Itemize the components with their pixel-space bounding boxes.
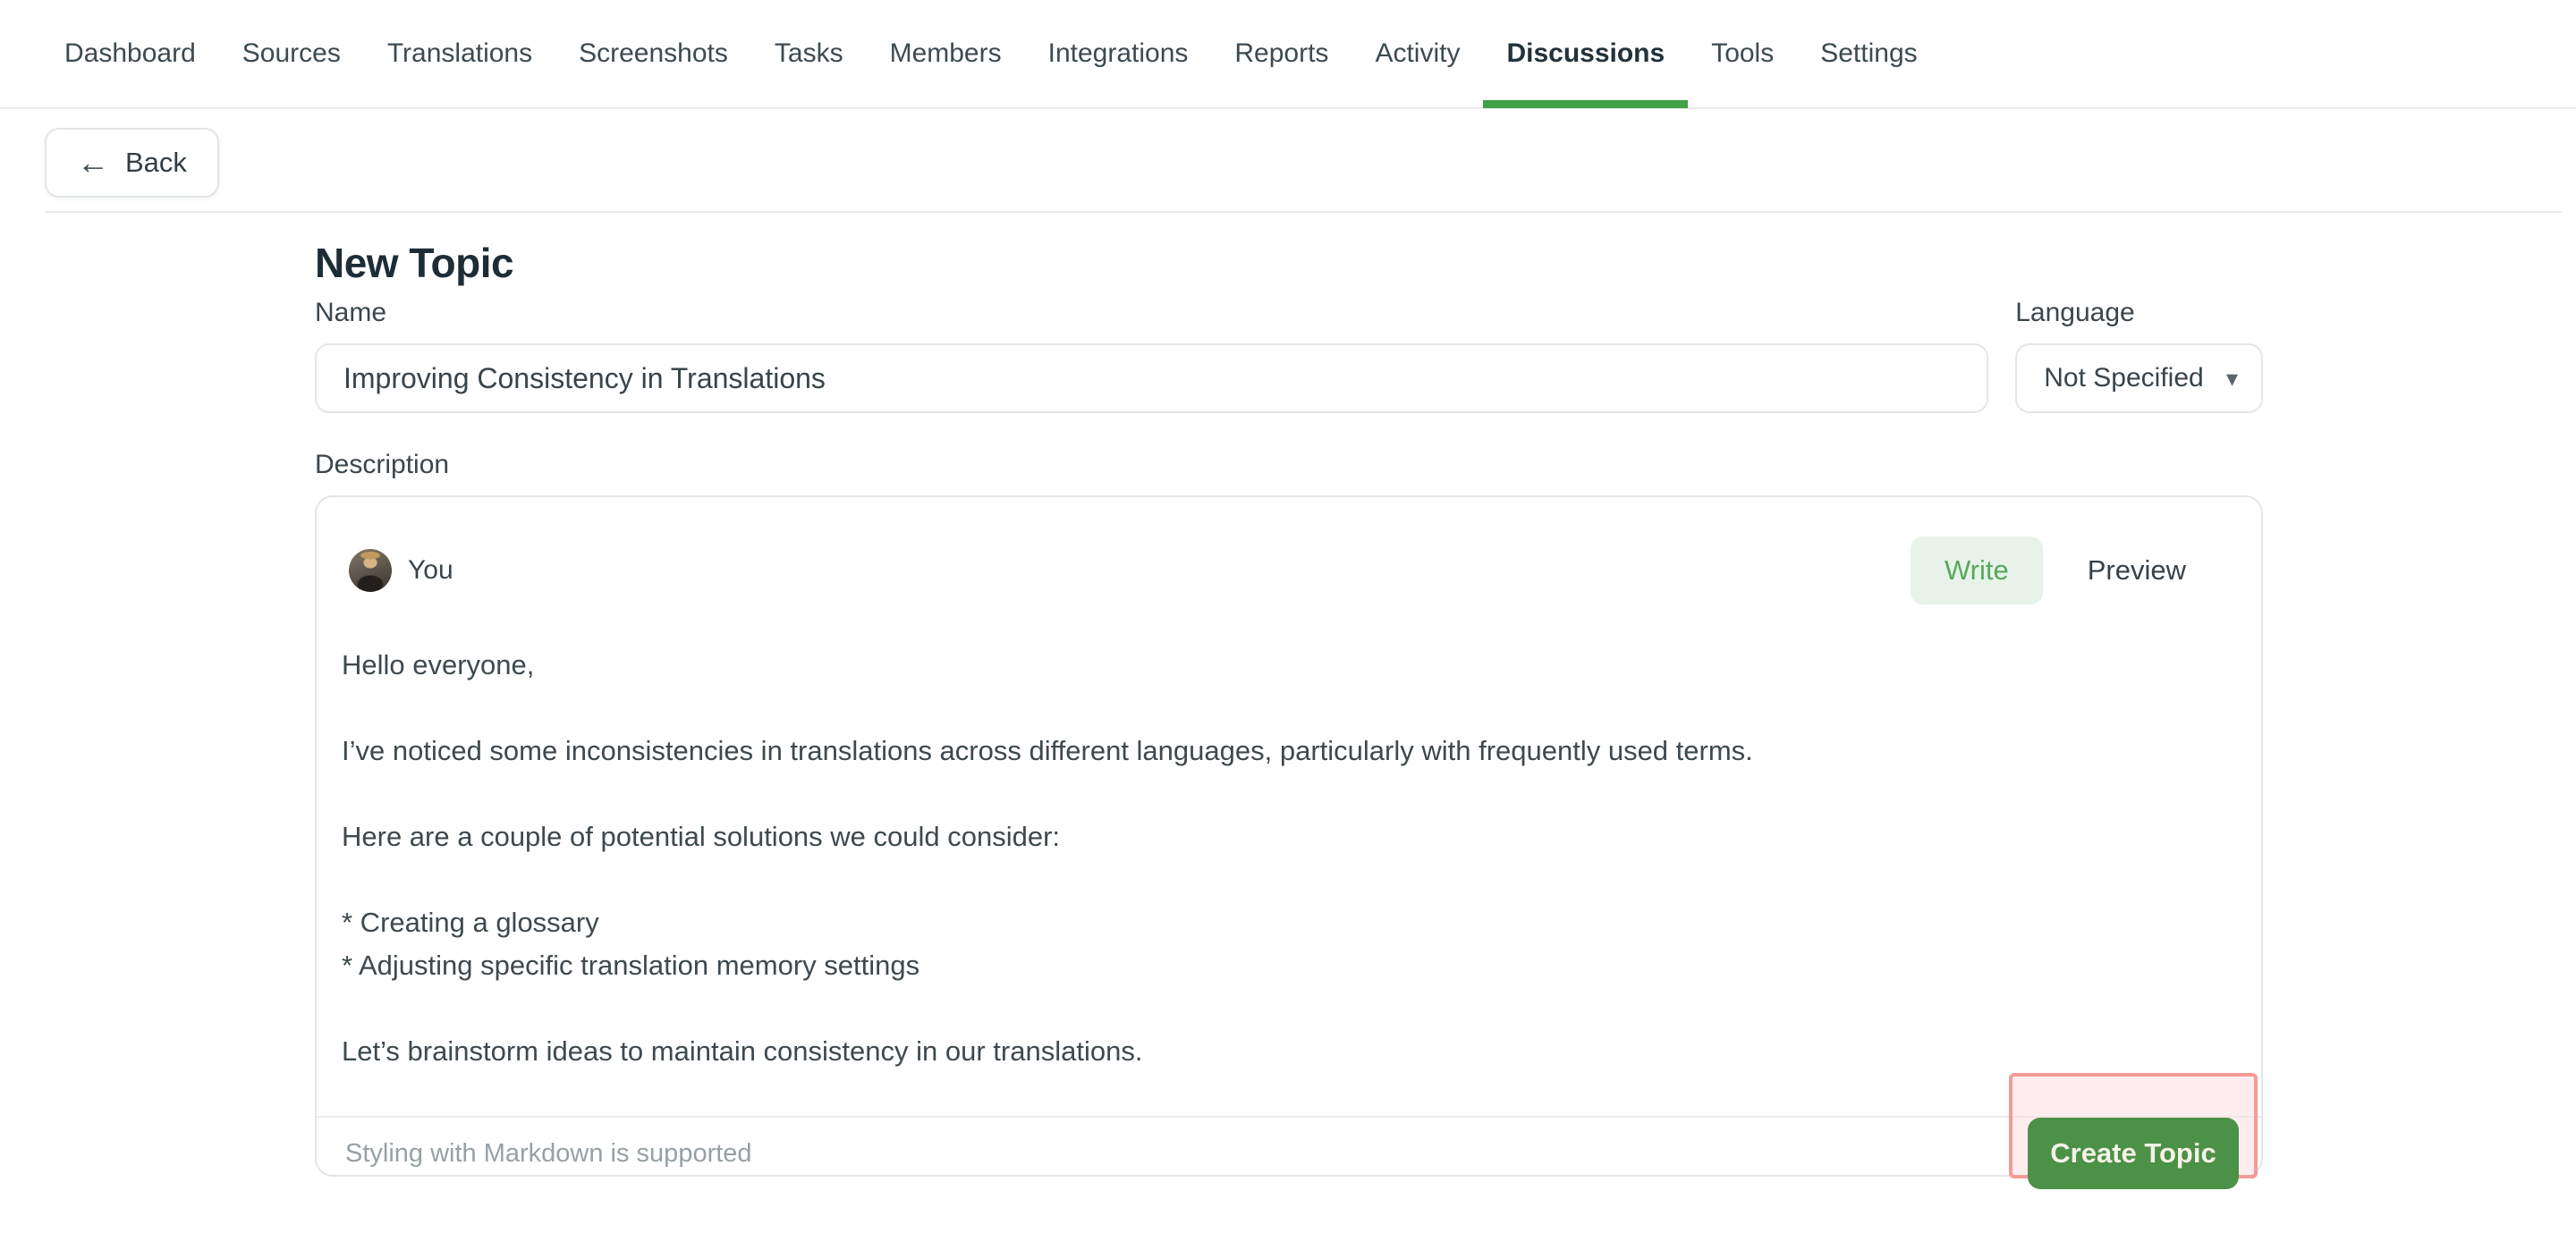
- new-topic-form: New Topic Name Language Not Specified ▾ …: [315, 240, 2263, 1177]
- nav-tab-integrations[interactable]: Integrations: [1048, 0, 1189, 108]
- editor-text-line: * Creating a glossary: [342, 901, 2225, 944]
- editor-text-line: Hello everyone,: [342, 644, 2225, 687]
- nav-tab-settings[interactable]: Settings: [1820, 0, 1917, 108]
- nav-tab-activity[interactable]: Activity: [1375, 0, 1460, 108]
- editor-header: You Write Preview: [317, 497, 2261, 604]
- nav-tab-tasks[interactable]: Tasks: [775, 0, 843, 108]
- back-toolbar: ← Back: [0, 109, 2576, 211]
- tab-write[interactable]: Write: [1911, 536, 2043, 604]
- nav-tab-tools[interactable]: Tools: [1711, 0, 1774, 108]
- nav-tab-sources[interactable]: Sources: [242, 0, 341, 108]
- editor-text-line: * Adjusting specific translation memory …: [342, 944, 2225, 987]
- editor-paragraph: Hello everyone,: [342, 644, 2225, 687]
- language-select-value: Not Specified: [2044, 363, 2203, 393]
- page-title: New Topic: [315, 240, 2263, 286]
- toolbar-divider: [45, 211, 2562, 213]
- nav-tab-translations[interactable]: Translations: [387, 0, 532, 108]
- editor-text-line: Let’s brainstorm ideas to maintain consi…: [342, 1030, 2225, 1073]
- back-button-label: Back: [125, 147, 187, 179]
- editor-paragraph: I’ve noticed some inconsistencies in tra…: [342, 730, 2225, 773]
- description-editor-card: You Write Preview Hello everyone, I’ve no…: [315, 495, 2263, 1177]
- name-language-row: Name Language Not Specified ▾: [315, 297, 2263, 413]
- back-button[interactable]: ← Back: [45, 128, 219, 198]
- language-label: Language: [2015, 297, 2263, 329]
- nav-tab-reports[interactable]: Reports: [1234, 0, 1328, 108]
- editor-text-line: I’ve noticed some inconsistencies in tra…: [342, 730, 2225, 773]
- topic-name-input[interactable]: [315, 343, 1988, 413]
- language-field-group: Language Not Specified ▾: [2015, 297, 2263, 413]
- create-topic-button[interactable]: Create Topic: [2028, 1118, 2239, 1189]
- editor-paragraph: Here are a couple of potential solutions…: [342, 815, 2225, 858]
- top-navigation: Dashboard Sources Translations Screenshots T…: [0, 0, 2576, 109]
- nav-tabs: Dashboard Sources Translations Screenshots T…: [64, 0, 1918, 107]
- editor-body[interactable]: Hello everyone, I’ve noticed some inconsi…: [317, 604, 2261, 1116]
- language-select[interactable]: Not Specified ▾: [2015, 343, 2263, 413]
- editor-paragraph: Let’s brainstorm ideas to maintain consi…: [342, 1030, 2225, 1073]
- name-label: Name: [315, 297, 1988, 329]
- editor-footer: Styling with Markdown is supported Creat…: [317, 1116, 2261, 1189]
- nav-tab-members[interactable]: Members: [890, 0, 1002, 108]
- editor-paragraph: * Creating a glossary* Adjusting specifi…: [342, 901, 2225, 987]
- avatar: [349, 549, 392, 592]
- back-arrow-icon: ←: [77, 147, 109, 179]
- chevron-down-icon: ▾: [2226, 365, 2238, 393]
- description-label: Description: [315, 449, 2263, 481]
- nav-tab-discussions[interactable]: Discussions: [1506, 0, 1665, 108]
- tab-preview[interactable]: Preview: [2088, 554, 2186, 587]
- nav-tab-screenshots[interactable]: Screenshots: [579, 0, 728, 108]
- author-name: You: [408, 555, 453, 586]
- markdown-hint: Styling with Markdown is supported: [345, 1139, 752, 1169]
- editor-text-line: Here are a couple of potential solutions…: [342, 815, 2225, 858]
- nav-tab-dashboard[interactable]: Dashboard: [64, 0, 196, 108]
- name-field-group: Name: [315, 297, 1988, 413]
